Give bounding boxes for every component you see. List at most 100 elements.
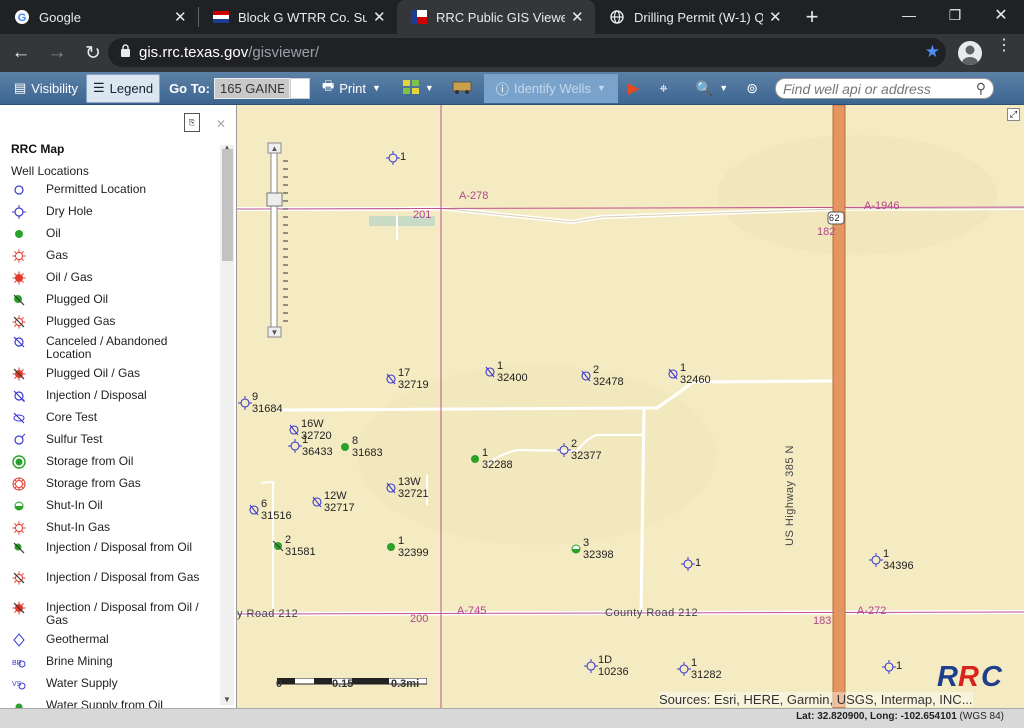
well-symbol-cancel[interactable] xyxy=(312,496,322,508)
legend-item: Plugged Gas xyxy=(10,315,210,329)
well-label[interactable]: 1D 10236 xyxy=(598,654,629,678)
scroll-down-icon[interactable]: ▼ xyxy=(223,695,231,704)
print-button[interactable]: 🖶 Print ▼ xyxy=(316,74,387,103)
close-tab-icon[interactable]: ✕ xyxy=(571,8,585,26)
well-symbol-dry[interactable] xyxy=(677,662,691,676)
minimize-icon[interactable]: — xyxy=(886,0,932,30)
well-label[interactable]: 1 xyxy=(695,557,701,569)
well-label[interactable]: 1 xyxy=(896,660,902,672)
back-arrow-icon[interactable]: ← xyxy=(6,38,36,68)
well-symbol-cancel[interactable] xyxy=(668,368,678,380)
legend-item-label: Shut-In Gas xyxy=(46,520,111,534)
well-symbol-dry[interactable] xyxy=(288,439,302,453)
well-label[interactable]: 1 32399 xyxy=(398,535,429,559)
close-window-icon[interactable]: ✕ xyxy=(978,0,1024,30)
identify-wells-button[interactable]: ⓘ Identify Wells ▼ xyxy=(483,73,618,103)
bookmark-star-icon[interactable]: ★ xyxy=(925,42,940,62)
legend-item-label: Storage from Oil xyxy=(46,454,134,468)
well-symbol-shutoil[interactable] xyxy=(571,544,581,554)
well-symbol-cancel[interactable] xyxy=(249,504,259,516)
visibility-button[interactable]: ▤ Visibility xyxy=(8,74,84,103)
well-symbol-oil[interactable] xyxy=(471,455,479,463)
legend-item-label: Canceled / Abandoned Location xyxy=(46,334,168,361)
well-symbol-dry[interactable] xyxy=(681,557,695,571)
pdf-icon[interactable]: ⎘ xyxy=(184,113,200,132)
datum-value: (WGS 84) xyxy=(959,711,1004,722)
storeoil-symbol-icon xyxy=(10,455,28,469)
search-icon[interactable]: ⚲ xyxy=(976,80,986,97)
legend-scroll-thumb[interactable] xyxy=(222,149,233,261)
well-symbol-dry[interactable] xyxy=(882,660,896,674)
new-tab-icon[interactable]: + xyxy=(793,0,831,34)
well-label[interactable]: 8 31683 xyxy=(352,435,383,459)
well-symbol-cancel[interactable] xyxy=(289,424,299,436)
well-label[interactable]: 2 32377 xyxy=(571,438,602,462)
browser-menu-icon[interactable]: ⋮ xyxy=(996,38,1012,54)
well-symbol-oil[interactable] xyxy=(387,543,395,551)
well-api: 32288 xyxy=(482,459,513,471)
close-tab-icon[interactable]: ✕ xyxy=(769,8,783,26)
legend-button[interactable]: ☰ Legend xyxy=(86,73,161,103)
tab-rrc-gis-viewer[interactable]: RRC Public GIS Viewer ✕ xyxy=(397,0,595,34)
well-label[interactable]: 2 31581 xyxy=(285,534,316,558)
reload-icon[interactable]: ↻ xyxy=(78,38,108,68)
legend-item-label: Injection / Disposal from Oil xyxy=(46,540,193,554)
legend-item-label: Injection / Disposal xyxy=(46,388,147,402)
well-label[interactable]: 3 32398 xyxy=(583,537,614,561)
basemap-button[interactable]: ▼ xyxy=(397,74,440,103)
tab-drilling-permit[interactable]: Drilling Permit (W-1) Que ✕ xyxy=(595,0,793,34)
flag-tool-button[interactable]: ▶ xyxy=(622,74,646,103)
injgas-symbol-icon xyxy=(10,571,28,585)
svg-text:▲: ▲ xyxy=(271,144,279,153)
restore-icon[interactable]: ❐ xyxy=(932,0,978,30)
zoom-tool-button[interactable]: 🔍 ▼ xyxy=(690,74,734,103)
well-search-input[interactable]: Find well api or address ⚲ xyxy=(775,78,994,99)
well-label[interactable]: 13W 32721 xyxy=(398,476,429,500)
well-symbol-dry[interactable] xyxy=(386,151,400,165)
highway-shield-number: 62 xyxy=(829,213,841,223)
well-label[interactable]: 1 31282 xyxy=(691,657,722,681)
well-label[interactable]: 6 31516 xyxy=(261,498,292,522)
well-label[interactable]: 1 xyxy=(400,151,406,163)
legend-item: VS Water Supply xyxy=(10,677,210,691)
well-label[interactable]: 17 32719 xyxy=(398,367,429,391)
well-label[interactable]: 12W 32717 xyxy=(324,490,355,514)
export-tool-button[interactable] xyxy=(446,74,478,103)
legend-item-label: Injection / Disposal from Oil / Gas xyxy=(46,600,199,627)
well-symbol-plugoil[interactable] xyxy=(272,540,284,552)
well-api: 32478 xyxy=(593,376,624,388)
well-api: 36433 xyxy=(302,446,333,458)
zoom-slider-track[interactable] xyxy=(270,146,278,331)
chevron-down-icon: ▼ xyxy=(719,83,729,93)
legend-item-label: Permitted Location xyxy=(46,182,147,196)
map-view[interactable]: ▲ ▼ 62 A-278 A-1946 A-745 A-272 201 182 … xyxy=(237,105,1024,708)
status-bar: Lat: 32.820900, Long: -102.654101 (WGS 8… xyxy=(0,708,1024,728)
crosshair-tool-button[interactable]: ⌖ xyxy=(653,74,673,103)
well-symbol-dry[interactable] xyxy=(238,396,252,410)
close-tab-icon[interactable]: ✕ xyxy=(373,8,387,26)
expand-map-icon[interactable]: ⤢ xyxy=(1007,108,1020,121)
well-label[interactable]: 1 36433 xyxy=(302,434,333,458)
well-symbol-dry[interactable] xyxy=(869,553,883,567)
tab-block-g-survey[interactable]: Block G WTRR Co. Survey ✕ xyxy=(199,0,397,34)
well-label[interactable]: 1 32400 xyxy=(497,360,528,384)
well-symbol-cancel[interactable] xyxy=(386,373,396,385)
profile-avatar-icon[interactable] xyxy=(958,41,982,65)
well-symbol-oil[interactable] xyxy=(341,443,349,451)
goto-input[interactable] xyxy=(213,77,290,99)
address-bar[interactable]: gis.rrc.texas.gov/gisviewer/ ★ xyxy=(108,38,946,67)
well-label[interactable]: 1 34396 xyxy=(883,548,914,572)
close-tab-icon[interactable]: ✕ xyxy=(174,8,188,26)
tab-google[interactable]: G Google ✕ xyxy=(0,0,198,34)
forward-arrow-icon[interactable]: → xyxy=(42,38,72,68)
well-label[interactable]: 9 31684 xyxy=(252,391,283,415)
legend-item-label: Dry Hole xyxy=(46,204,93,218)
well-symbol-dry[interactable] xyxy=(584,659,598,673)
well-label[interactable]: 2 32478 xyxy=(593,364,624,388)
zoom-slider-handle[interactable] xyxy=(266,192,283,207)
full-extent-button[interactable]: ⊚ xyxy=(740,74,764,103)
well-label[interactable]: 1 32288 xyxy=(482,447,513,471)
goto-button[interactable] xyxy=(289,77,310,99)
close-panel-icon[interactable]: ✕ xyxy=(216,117,226,131)
well-label[interactable]: 1 32460 xyxy=(680,362,711,386)
